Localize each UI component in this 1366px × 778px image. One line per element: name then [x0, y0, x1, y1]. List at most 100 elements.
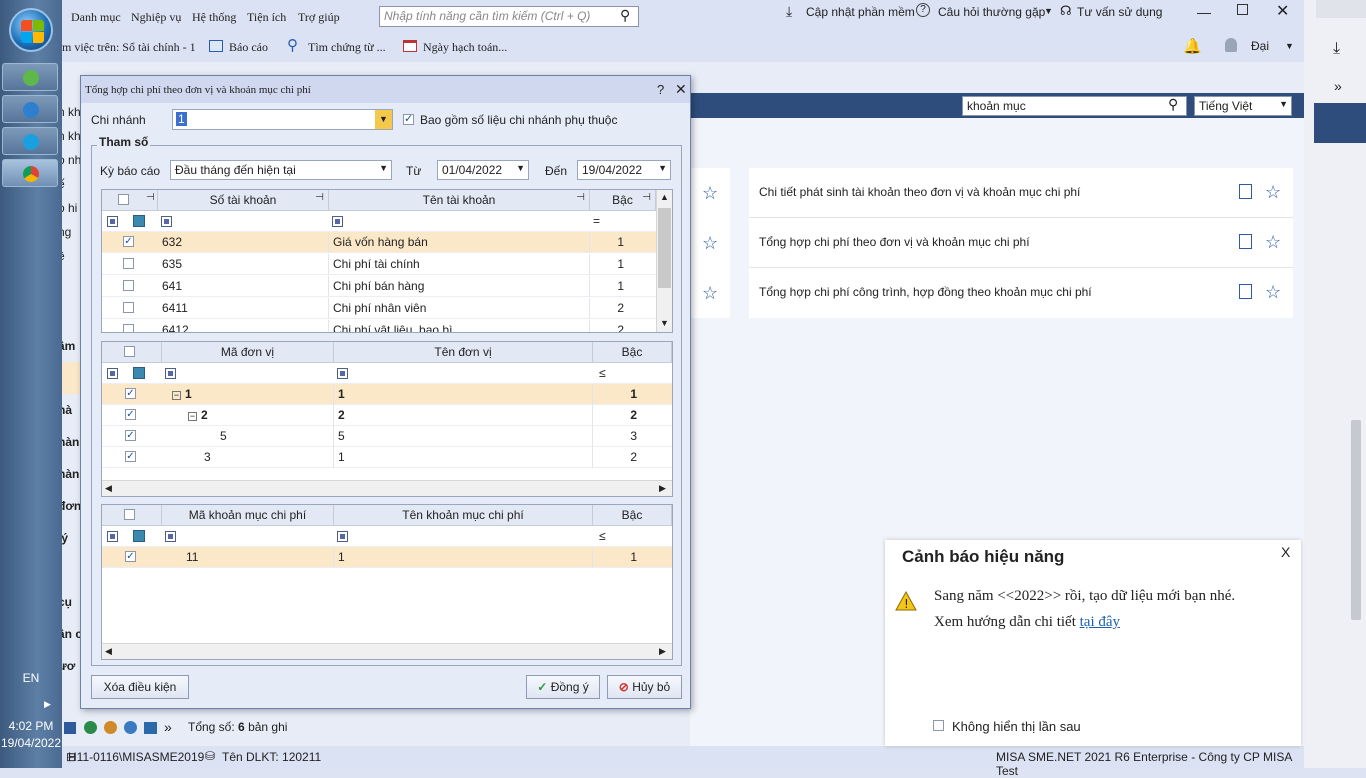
more-icon[interactable]: » [164, 719, 172, 735]
cancel-button[interactable]: ⊘ Hủy bỏ [607, 675, 682, 699]
taskbar-chrome[interactable] [2, 159, 58, 187]
filter-icon[interactable] [165, 531, 176, 542]
include-dependent-checkbox[interactable]: ✓ [403, 114, 414, 125]
search-icon[interactable]: ⚲ [620, 7, 630, 24]
star-icon[interactable]: ☆ [1265, 282, 1281, 303]
user-avatar[interactable] [1225, 38, 1237, 52]
user-name[interactable]: Đại [1251, 39, 1269, 53]
column-header-level[interactable]: Bậc [593, 505, 672, 526]
filter-icon[interactable] [337, 531, 348, 542]
account-row[interactable]: 635 Chi phí tài chính 1 [102, 254, 656, 275]
to-date-input[interactable]: 19/04/2022 ▼ [577, 160, 671, 180]
filter-icon[interactable] [161, 216, 172, 227]
nav-label[interactable]: ân c [62, 627, 82, 641]
search-icon[interactable]: ⚲ [1168, 96, 1178, 113]
filter-icon[interactable] [165, 368, 176, 379]
users-icon[interactable] [124, 721, 137, 734]
nav-label[interactable]: ế [62, 177, 65, 191]
maximize-icon[interactable] [1237, 4, 1248, 15]
row-checkbox[interactable]: ✓ [125, 551, 136, 562]
unit-row[interactable]: ✓ −2 2 2 [102, 405, 672, 426]
row-checkbox[interactable] [123, 302, 134, 313]
app-icon[interactable] [64, 722, 76, 734]
row-checkbox[interactable]: ✓ [125, 451, 136, 462]
scroll-right-icon[interactable]: ▶ [659, 483, 666, 494]
scrollbar-thumb[interactable] [658, 208, 671, 288]
select-all-header[interactable] [102, 505, 162, 526]
account-row[interactable]: 6411 Chi phí nhân viên 2 [102, 298, 656, 319]
column-header-unit-code[interactable]: Mã đơn vị [162, 342, 334, 363]
column-header-level[interactable]: Bậc ⊣ [590, 190, 656, 211]
report-item[interactable]: Tổng hợp chi phí theo đơn vị và khoản mụ… [749, 218, 1293, 268]
nav-label[interactable]: o nh [62, 153, 81, 167]
taskbar-app-2[interactable] [2, 95, 58, 123]
nav-label[interactable]: hà [62, 403, 72, 417]
period-select[interactable]: Đầu tháng đến hiện tại ▼ [170, 160, 392, 180]
collapse-icon[interactable]: − [188, 412, 197, 421]
bank-icon[interactable] [144, 722, 157, 734]
select-all-checkbox[interactable] [124, 509, 135, 520]
column-header-account-code[interactable]: Số tài khoản ⊣ [158, 190, 329, 211]
unit-row[interactable]: ✓ 3 1 2 [102, 447, 672, 468]
find-voucher-button[interactable]: Tìm chứng từ ... [308, 40, 386, 55]
account-row[interactable]: 641 Chi phí bán hàng 1 [102, 276, 656, 297]
account-row[interactable]: ✓ 632 Giá vốn hàng bán 1 [102, 232, 656, 253]
scroll-right-icon[interactable]: ▶ [659, 646, 666, 657]
column-header-expense-name[interactable]: Tên khoản mục chi phí [334, 505, 593, 526]
collapse-icon[interactable]: − [172, 391, 181, 400]
from-date-input[interactable]: 01/04/2022 ▼ [437, 160, 529, 180]
nav-label[interactable]: ng [62, 225, 71, 239]
expand-icon[interactable]: » [1334, 78, 1342, 94]
guide-link[interactable]: tại đây [1080, 614, 1120, 630]
download-icon[interactable]: ⤓ [1333, 40, 1340, 58]
post-date-button[interactable]: Ngày hạch toán... [423, 40, 507, 55]
pin-icon[interactable]: ⊣ [315, 192, 324, 203]
nav-label[interactable]: n kh [62, 105, 81, 119]
horizontal-scrollbar[interactable]: ◀ ▶ [102, 643, 672, 659]
horizontal-scrollbar[interactable]: ◀ ▶ [102, 480, 672, 496]
star-icon[interactable]: ☆ [1265, 232, 1281, 253]
row-checkbox[interactable] [123, 258, 134, 269]
preview-icon[interactable] [1239, 184, 1252, 199]
filter-icon[interactable] [107, 368, 118, 379]
support-link[interactable]: Tư vấn sử dụng [1077, 5, 1162, 19]
select-all-checkbox[interactable] [118, 194, 129, 205]
nav-label[interactable]: hàn [62, 467, 79, 481]
unit-row[interactable]: ✓ 5 5 3 [102, 426, 672, 447]
report-item[interactable]: Chi tiết phát sinh tài khoản theo đơn vị… [749, 168, 1293, 218]
taskbar-clock[interactable]: 4:02 PM 19/04/2022 [0, 718, 62, 752]
row-checkbox[interactable]: ✓ [125, 409, 136, 420]
filter-operator[interactable]: ≤ [599, 366, 606, 380]
chevron-down-icon[interactable]: ▼ [1044, 6, 1053, 16]
star-icon[interactable]: ☆ [702, 283, 718, 304]
scroll-down-icon[interactable]: ▼ [660, 318, 669, 328]
row-checkbox[interactable]: ✓ [125, 388, 136, 399]
close-app-icon[interactable]: ✕ [1276, 1, 1289, 21]
pin-icon[interactable]: ⊣ [146, 192, 155, 203]
filter-icon[interactable] [133, 367, 145, 379]
filter-icon[interactable] [107, 216, 118, 227]
row-checkbox[interactable]: ✓ [123, 236, 134, 247]
nav-label[interactable]: ệ [62, 249, 65, 263]
start-button[interactable] [9, 8, 53, 52]
row-checkbox[interactable]: ✓ [125, 430, 136, 441]
menu-tien-ich[interactable]: Tiện ích [247, 10, 286, 25]
report-search-input[interactable]: khoản mục [962, 96, 1187, 116]
filter-icon[interactable] [337, 368, 348, 379]
nav-label[interactable]: o hi [62, 201, 77, 215]
scroll-up-icon[interactable]: ▲ [660, 192, 669, 202]
vertical-scrollbar[interactable]: ▲ ▼ [656, 190, 672, 332]
tray-arrow-icon[interactable]: ▶ [44, 699, 51, 710]
dont-show-checkbox[interactable] [933, 720, 944, 731]
select-all-header[interactable]: ⊣ [102, 190, 158, 211]
row-checkbox[interactable] [123, 280, 134, 291]
nav-label[interactable]: hàn [62, 435, 79, 449]
clear-conditions-button[interactable]: Xóa điều kiện [91, 675, 189, 699]
filter-icon[interactable] [133, 215, 145, 227]
pin-icon[interactable]: ⊣ [576, 192, 585, 203]
taskbar-skype[interactable] [2, 127, 58, 155]
scroll-left-icon[interactable]: ◀ [105, 646, 112, 657]
star-icon[interactable]: ☆ [702, 183, 718, 204]
row-checkbox[interactable] [123, 324, 134, 332]
column-header-level[interactable]: Bậc [593, 342, 672, 363]
